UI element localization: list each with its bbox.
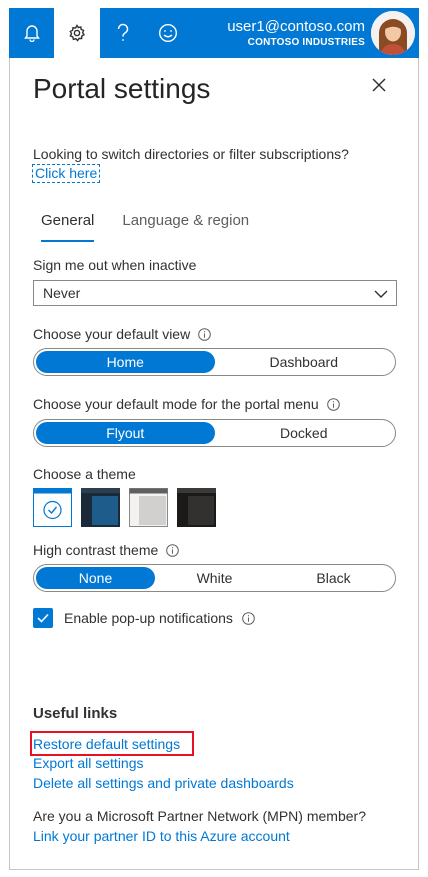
tab-general[interactable]: General <box>41 210 95 242</box>
signout-dropdown[interactable]: Never <box>33 280 397 306</box>
theme-label: Choose a theme <box>33 466 136 482</box>
chevron-down-icon <box>374 285 388 301</box>
gear-icon <box>68 24 86 42</box>
signout-label: Sign me out when inactive <box>33 257 197 273</box>
feedback-button[interactable] <box>145 8 190 58</box>
default-view-label: Choose your default view <box>33 326 212 342</box>
menu-mode-option-flyout[interactable]: Flyout <box>36 422 215 444</box>
user-email: user1@contoso.com <box>227 17 365 35</box>
info-icon[interactable] <box>166 543 180 557</box>
theme-picker <box>33 488 225 527</box>
portal-settings-panel: Portal settings Looking to switch direct… <box>9 58 419 870</box>
tab-language-region[interactable]: Language & region <box>122 210 249 242</box>
link-partner-id-link[interactable]: Link your partner ID to this Azure accou… <box>33 828 290 844</box>
smiley-icon <box>158 23 178 43</box>
high-contrast-option-none[interactable]: None <box>36 567 155 589</box>
high-contrast-option-white[interactable]: White <box>155 567 274 589</box>
page-title: Portal settings <box>33 73 211 104</box>
switch-directory-link[interactable]: Click here <box>32 164 101 183</box>
theme-light[interactable] <box>33 488 72 527</box>
info-icon[interactable] <box>242 611 255 625</box>
delete-all-settings-link[interactable]: Delete all settings and private dashboar… <box>33 775 294 791</box>
info-icon[interactable] <box>326 397 340 411</box>
default-view-option-home[interactable]: Home <box>36 351 215 373</box>
bell-icon <box>23 24 40 42</box>
restore-default-settings-link[interactable]: Restore default settings <box>33 736 180 752</box>
partner-question: Are you a Microsoft Partner Network (MPN… <box>33 808 366 824</box>
help-icon <box>116 23 130 43</box>
settings-button[interactable] <box>54 8 100 58</box>
close-button[interactable] <box>368 76 390 98</box>
high-contrast-label: High contrast theme <box>33 542 180 558</box>
menu-mode-label: Choose your default mode for the portal … <box>33 396 340 412</box>
default-view-option-dashboard[interactable]: Dashboard <box>215 351 394 373</box>
account-info[interactable]: user1@contoso.com CONTOSO INDUSTRIES <box>190 8 371 58</box>
help-button[interactable] <box>100 8 145 58</box>
theme-light-gray[interactable] <box>129 488 168 527</box>
notifications-button[interactable] <box>9 8 54 58</box>
high-contrast-option-black[interactable]: Black <box>274 567 393 589</box>
menu-mode-label-text: Choose your default mode for the portal … <box>33 396 319 412</box>
default-view-toggle: Home Dashboard <box>33 348 396 376</box>
switch-directory-text: Looking to switch directories or filter … <box>33 146 349 162</box>
high-contrast-label-text: High contrast theme <box>33 542 159 558</box>
popup-notifications-checkbox[interactable] <box>33 608 53 628</box>
top-bar: user1@contoso.com CONTOSO INDUSTRIES <box>9 8 419 58</box>
avatar[interactable] <box>371 11 415 55</box>
high-contrast-toggle: None White Black <box>33 564 396 592</box>
popup-notifications-label: Enable pop-up notifications <box>64 610 233 626</box>
organization-name: CONTOSO INDUSTRIES <box>247 36 365 48</box>
close-icon <box>372 77 386 97</box>
menu-mode-toggle: Flyout Docked <box>33 419 396 447</box>
export-all-settings-link[interactable]: Export all settings <box>33 755 144 771</box>
info-icon[interactable] <box>198 327 212 341</box>
menu-mode-option-docked[interactable]: Docked <box>215 422 394 444</box>
default-view-label-text: Choose your default view <box>33 326 191 342</box>
checkmark-icon <box>37 610 49 626</box>
theme-dark-blue[interactable] <box>81 488 120 527</box>
theme-dark[interactable] <box>177 488 216 527</box>
signout-value: Never <box>43 285 81 301</box>
settings-tabs: General Language & region <box>41 210 277 242</box>
useful-links-heading: Useful links <box>33 705 118 722</box>
popup-notifications-row: Enable pop-up notifications <box>33 608 255 628</box>
